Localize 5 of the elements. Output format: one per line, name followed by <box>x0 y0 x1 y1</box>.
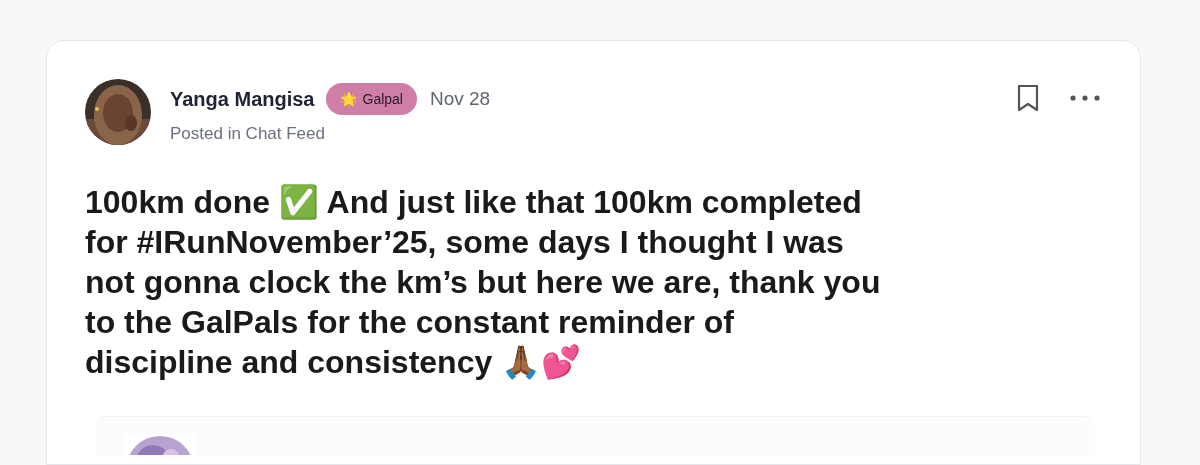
post-text: 100km done ✅ And just like that 100km completed for #IRunNovember’25, some days I thought I was not gonna clock the km’s but here we are, thank you to the GalPals for the constant reminder of discipline and consistency 🙏🏾💕 <box>85 182 882 382</box>
post-date: Nov 28 <box>429 86 491 111</box>
author-name[interactable]: Yanga Mangisa <box>170 84 315 114</box>
role-badge: 🌟 Galpal <box>325 83 417 115</box>
post-location: Posted in Chat Feed <box>170 123 326 145</box>
